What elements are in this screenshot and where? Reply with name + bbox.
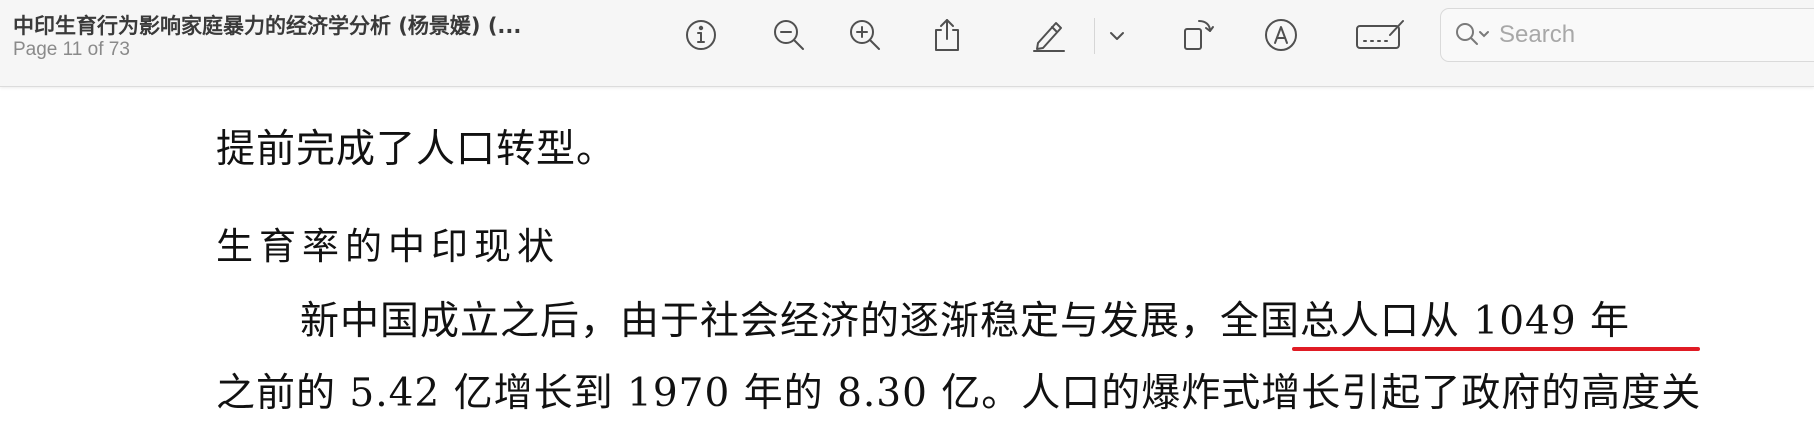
share-button[interactable] [924, 14, 970, 60]
paragraph-line-2: 之前的 5.42 亿增长到 1970 年的 8.30 亿。人口的爆炸式增长引起了… [216, 371, 1702, 416]
section-heading: 生育率的中印现状 [216, 225, 560, 268]
markup-button[interactable] [1258, 14, 1304, 60]
info-button[interactable] [678, 14, 724, 60]
zoom-in-icon [848, 18, 882, 56]
document-title: 中印生育行为影响家庭暴力的经济学分析 (杨景媛) (... [13, 14, 522, 38]
rotate-icon [1179, 17, 1215, 57]
highlight-pen-icon [1030, 17, 1068, 57]
signature-button[interactable] [1352, 14, 1408, 60]
highlight-options-button[interactable] [1096, 14, 1138, 60]
share-icon [930, 17, 964, 57]
toolbar-separator [1094, 18, 1095, 54]
signature-icon [1354, 17, 1406, 57]
zoom-in-button[interactable] [842, 14, 888, 60]
zoom-out-button[interactable] [766, 14, 812, 60]
highlight-button[interactable] [1026, 14, 1072, 60]
markup-icon [1263, 17, 1299, 57]
text-line-completion: 提前完成了人口转型。 [216, 127, 617, 172]
search-input[interactable] [1497, 18, 1814, 52]
search-box[interactable] [1440, 8, 1814, 62]
page-indicator: Page 11 of 73 [13, 39, 130, 60]
rotate-button[interactable] [1174, 14, 1220, 60]
chevron-down-icon [1107, 28, 1127, 47]
toolbar: 中印生育行为影响家庭暴力的经济学分析 (杨景媛) (... Page 11 of… [0, 0, 1814, 87]
paragraph-line-1: 新中国成立之后，由于社会经济的逐渐稳定与发展，全国总人口从 1049 年 [300, 299, 1631, 344]
underline-annotation[interactable] [1292, 347, 1700, 351]
search-icon [1455, 21, 1491, 53]
info-icon [684, 18, 718, 56]
zoom-out-icon [772, 18, 806, 56]
